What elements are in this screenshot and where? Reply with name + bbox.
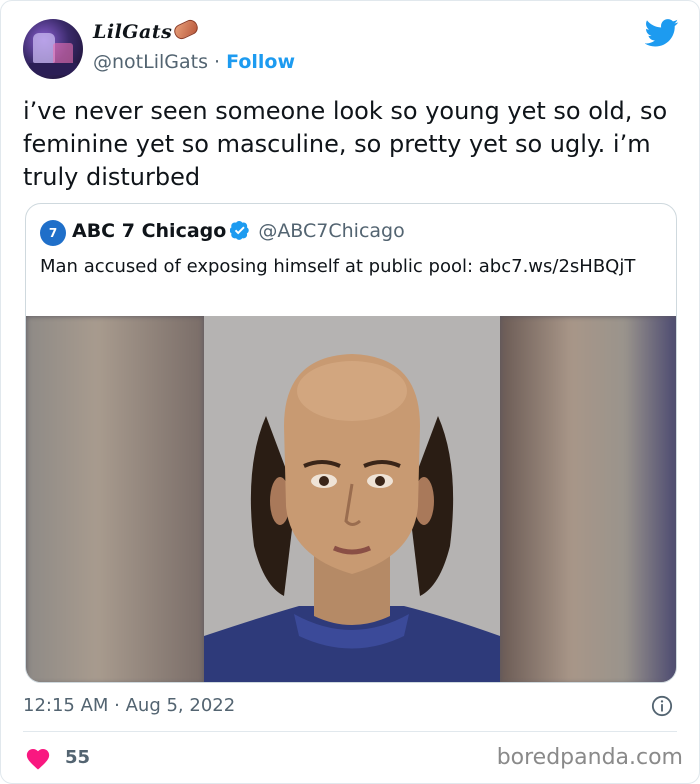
mugshot-image bbox=[204, 316, 500, 682]
quoted-avatar[interactable]: 7 bbox=[40, 220, 66, 246]
display-name[interactable]: LilGats bbox=[93, 21, 172, 43]
quoted-text: Man accused of exposing himself at publi… bbox=[40, 256, 636, 277]
heart-icon[interactable] bbox=[25, 746, 51, 770]
watermark: boredpanda.com bbox=[496, 745, 683, 770]
quoted-header: ABC 7 Chicago @ABC7Chicago bbox=[72, 220, 405, 242]
divider bbox=[23, 731, 677, 732]
verified-badge-icon bbox=[230, 221, 250, 240]
user-handle[interactable]: @notLilGats bbox=[93, 51, 208, 73]
quoted-photo[interactable] bbox=[26, 316, 676, 682]
like-count[interactable]: 55 bbox=[65, 747, 90, 768]
quoted-handle[interactable]: @ABC7Chicago bbox=[258, 220, 404, 242]
emoji-icon bbox=[172, 17, 201, 42]
handle-row: @notLilGats · Follow bbox=[93, 51, 295, 73]
info-icon[interactable] bbox=[651, 695, 673, 717]
display-name-container[interactable]: LilGats bbox=[93, 17, 201, 43]
separator: · bbox=[207, 51, 227, 73]
timestamp[interactable]: 12:15 AM · Aug 5, 2022 bbox=[23, 695, 235, 716]
tweet-card: LilGats @notLilGats · Follow i’ve never … bbox=[0, 0, 700, 784]
blurred-background-right bbox=[500, 316, 676, 682]
follow-button[interactable]: Follow bbox=[226, 51, 295, 73]
tweet-text: i’ve never seen someone look so young ye… bbox=[23, 97, 668, 191]
quoted-tweet[interactable]: 7 ABC 7 Chicago @ABC7Chicago Man accused … bbox=[25, 203, 677, 683]
avatar[interactable] bbox=[23, 19, 83, 79]
quoted-name[interactable]: ABC 7 Chicago bbox=[72, 220, 226, 242]
twitter-bird-icon[interactable] bbox=[645, 19, 679, 47]
blurred-background-left bbox=[26, 316, 204, 682]
